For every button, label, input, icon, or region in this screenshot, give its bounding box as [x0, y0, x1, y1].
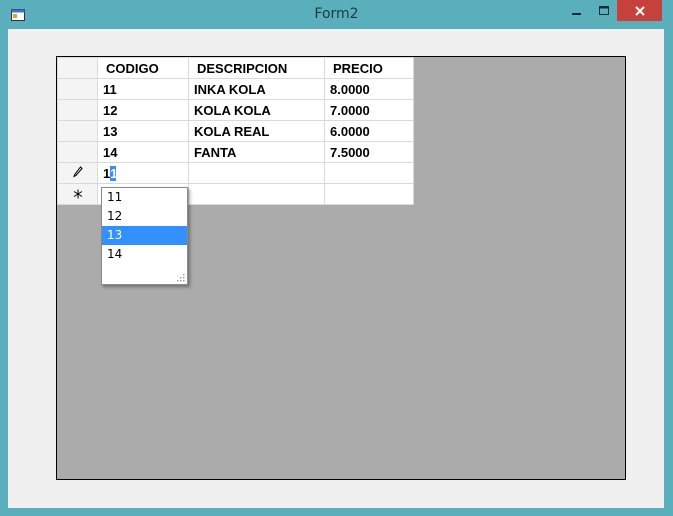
close-button[interactable]	[617, 0, 662, 21]
cell-precio[interactable]: 7.5000	[324, 141, 414, 163]
pencil-icon	[72, 165, 83, 178]
cell-precio[interactable]: 6.0000	[324, 120, 414, 142]
grid-table: CODIGO DESCRIPCION PRECIO 11 INKA KOLA 8…	[57, 57, 414, 205]
cell-codigo[interactable]: 11	[97, 78, 189, 100]
title-bar[interactable]: Form2	[0, 0, 673, 29]
suggestion-item[interactable]: 14	[102, 245, 187, 264]
close-icon	[634, 5, 645, 16]
suggestion-item[interactable]: 12	[102, 207, 187, 226]
selected-text: 1	[110, 165, 118, 181]
row-header[interactable]	[57, 141, 98, 163]
cell-descripcion[interactable]: FANTA	[188, 141, 325, 163]
cell-precio-empty[interactable]	[324, 162, 414, 184]
table-row: 14 FANTA 7.5000	[57, 141, 414, 163]
row-header-new[interactable]	[57, 183, 98, 205]
cell-precio-new[interactable]	[324, 183, 414, 205]
asterisk-icon	[73, 189, 82, 198]
data-grid[interactable]: CODIGO DESCRIPCION PRECIO 11 INKA KOLA 8…	[56, 56, 626, 480]
suggestion-item-selected[interactable]: 13	[102, 226, 187, 245]
app-window: Form2 CODIGO DESCRIPCION PRECIO 11 INKA …	[0, 0, 673, 516]
column-header-codigo[interactable]: CODIGO	[97, 57, 189, 79]
minimize-button[interactable]	[564, 0, 590, 21]
table-row: 11 INKA KOLA 8.0000	[57, 78, 414, 100]
header-row: CODIGO DESCRIPCION PRECIO	[57, 57, 414, 79]
column-header-descripcion[interactable]: DESCRIPCION	[188, 57, 325, 79]
cell-precio[interactable]: 8.0000	[324, 78, 414, 100]
row-header[interactable]	[57, 120, 98, 142]
cell-descripcion-new[interactable]	[188, 183, 325, 205]
row-header[interactable]	[57, 78, 98, 100]
maximize-icon	[599, 5, 609, 15]
form-client-area: CODIGO DESCRIPCION PRECIO 11 INKA KOLA 8…	[8, 29, 664, 508]
table-row: 13 KOLA REAL 6.0000	[57, 120, 414, 142]
cell-codigo[interactable]: 12	[97, 99, 189, 121]
table-row: 12 KOLA KOLA 7.0000	[57, 99, 414, 121]
suggestion-item[interactable]: 11	[102, 188, 187, 207]
typed-text: 1	[103, 165, 111, 181]
cell-codigo[interactable]: 13	[97, 120, 189, 142]
column-header-precio[interactable]: PRECIO	[324, 57, 414, 79]
cell-precio[interactable]: 7.0000	[324, 99, 414, 121]
row-header[interactable]	[57, 99, 98, 121]
cell-descripcion-empty[interactable]	[188, 162, 325, 184]
cell-descripcion[interactable]: INKA KOLA	[188, 78, 325, 100]
maximize-button[interactable]	[591, 0, 617, 21]
cell-codigo-editing[interactable]: 11	[97, 162, 189, 184]
row-header-editing[interactable]	[57, 162, 98, 184]
cell-codigo[interactable]: 14	[97, 141, 189, 163]
resize-grip-icon[interactable]	[175, 272, 185, 282]
cell-descripcion[interactable]: KOLA REAL	[188, 120, 325, 142]
corner-header[interactable]	[57, 57, 98, 79]
cell-descripcion[interactable]: KOLA KOLA	[188, 99, 325, 121]
autocomplete-dropdown[interactable]: 11 12 13 14	[101, 187, 188, 285]
minimize-icon	[572, 12, 581, 15]
edit-row: 11	[57, 162, 414, 184]
